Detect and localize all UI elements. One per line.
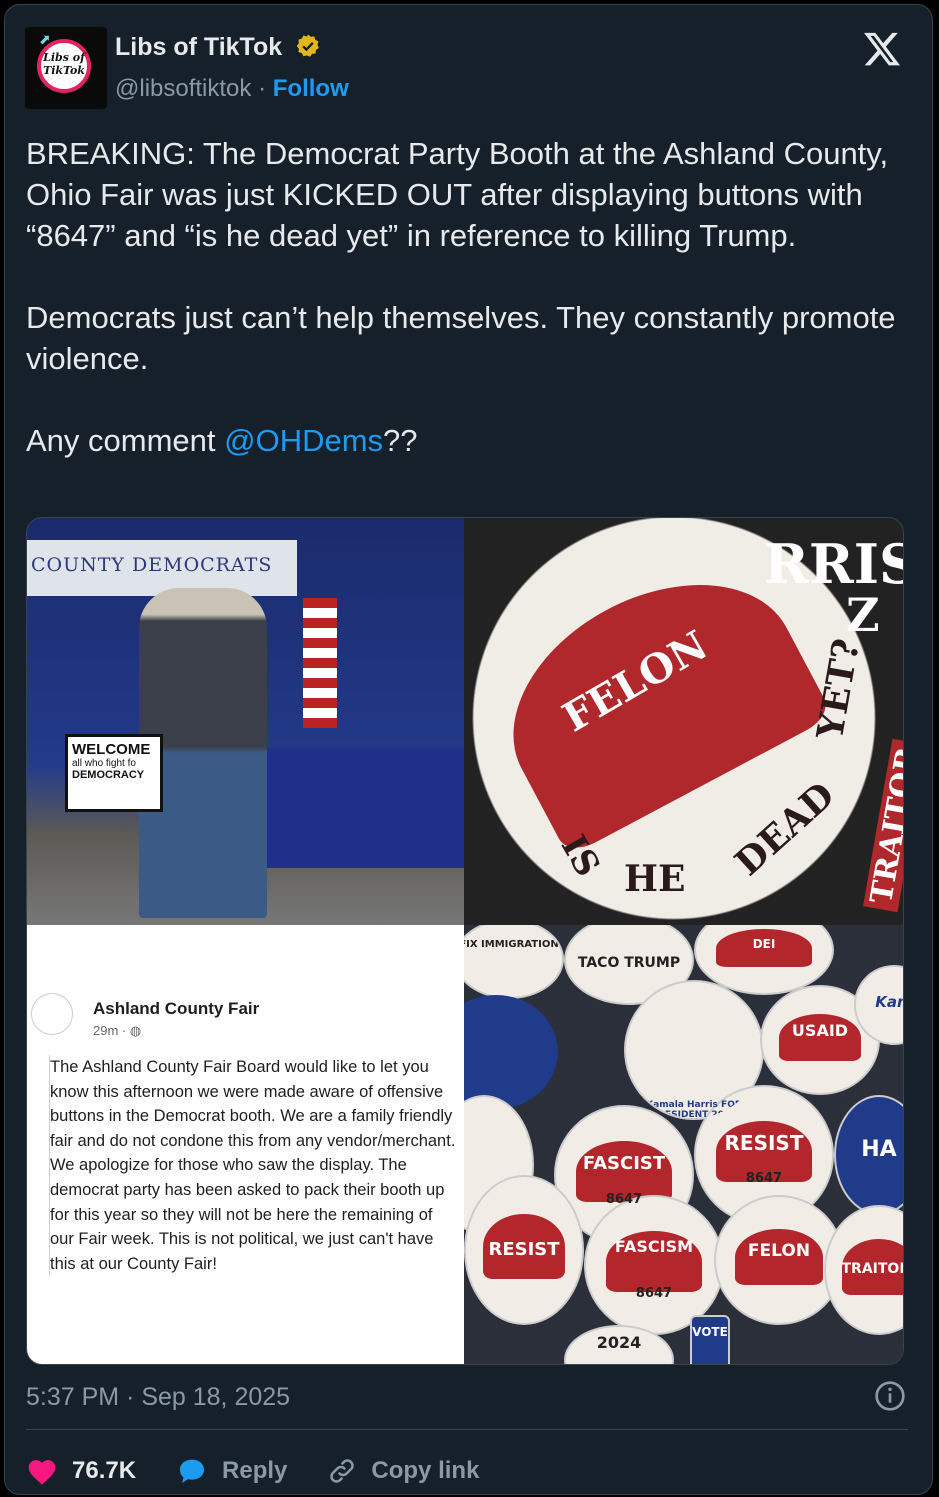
like-button[interactable]: 76.7K [26, 1456, 136, 1486]
avatar-text-1: Libs of [43, 51, 85, 64]
paragraph-3-suffix: ?? [383, 423, 418, 458]
fair-logo [31, 993, 73, 1035]
tweet-media[interactable]: COUNTY DEMOCRATS WELCOME all who fight f… [26, 517, 904, 1365]
kamala-text: Kamala Harris FOR PRESIDENT 2024 [646, 1100, 742, 1120]
buttons-photo[interactable]: FIX IMMIGRATION TACO TRUMP DEI Kamala Ha… [464, 925, 903, 1364]
vote-button: VOTE [690, 1315, 730, 1364]
ha-text: HA [861, 1137, 897, 1162]
fix-text: FIX IMMIGRATION [464, 939, 559, 950]
traitor-text: TRAITOR [862, 738, 903, 913]
tweet-paragraph-2: Democrats just can’t help themselves. Th… [26, 300, 896, 376]
reply-label: Reply [222, 1457, 288, 1484]
resist-text-1: RESIST [724, 1131, 804, 1155]
fix-immigration-button: FIX IMMIGRATION [464, 925, 564, 999]
us-flag [303, 598, 337, 728]
taco-text: TACO TRUMP [577, 955, 681, 971]
felon-small-button: FELON [714, 1195, 844, 1325]
author-name[interactable]: Libs of TikTok [115, 33, 321, 62]
verified-badge-icon [296, 34, 319, 57]
author-handle[interactable]: @libsoftiktok [115, 75, 251, 102]
traitor-button: TRAITOR! [824, 1205, 903, 1335]
separator-dot: · [258, 75, 267, 102]
corner-text: RRIS [764, 532, 903, 596]
corner-text-2: Z [846, 588, 880, 642]
booth-photo[interactable]: COUNTY DEMOCRATS WELCOME all who fight f… [27, 518, 464, 925]
resist-text-2: RESIST [488, 1239, 560, 1260]
8647-text-a: 8647 [605, 1192, 643, 1207]
he-word: HE [624, 858, 686, 900]
booth-table [237, 748, 464, 868]
tweet-actions: 76.7K Reply Copy link [26, 1451, 519, 1491]
dei-text: DEI [752, 937, 776, 951]
fb-time-text: 29m · [93, 1023, 127, 1038]
fb-post-time: 29m · ◍ [93, 1023, 141, 1039]
fb-page-name: Ashland County Fair [93, 999, 260, 1018]
tweet-paragraph-1: BREAKING: The Democrat Party Booth at th… [26, 136, 889, 253]
fascism-text: FASCISM [614, 1237, 694, 1256]
avatar-logo: Libs of TikTok [37, 39, 91, 93]
copy-link-button[interactable]: Copy link [327, 1456, 479, 1486]
ha-button: HA [834, 1095, 903, 1215]
fascism-button: FASCISM 8647 [584, 1195, 724, 1335]
mention-link[interactable]: @OHDems [224, 423, 383, 458]
dead-word: DEAD [727, 773, 843, 885]
welcome-line-2: all who fight fo [72, 758, 136, 769]
tweet-text: BREAKING: The Democrat Party Booth at th… [26, 133, 906, 502]
link-icon [330, 1459, 355, 1483]
traitor-small-text: TRAITOR! [841, 1261, 904, 1277]
welcome-sign: WELCOME all who fight fo DEMOCRACY [65, 734, 163, 812]
like-count: 76.7K [72, 1457, 137, 1484]
follow-button[interactable]: Follow [273, 75, 349, 102]
author-handle-row: @libsoftiktok · Follow [115, 75, 349, 103]
tweet-timestamp[interactable]: 5:37 PM · Sep 18, 2025 [26, 1383, 290, 1412]
usaid-text: USAID [791, 1021, 849, 1040]
avatar-text-2: TikTok [43, 64, 85, 77]
footer-divider [26, 1429, 908, 1430]
tweet-card: ⬈ Libs of TikTok Libs of TikTok @libsoft… [4, 4, 933, 1495]
fb-post-body: The Ashland County Fair Board would like… [49, 1055, 458, 1277]
globe-icon: ◍ [129, 1023, 142, 1038]
info-icon[interactable] [874, 1380, 906, 1412]
2024-text: 2024 [596, 1333, 642, 1352]
8647-text-b: 8647 [745, 1171, 783, 1186]
author-avatar[interactable]: ⬈ Libs of TikTok [25, 27, 107, 109]
reply-button[interactable]: Reply [176, 1456, 287, 1486]
kam-text: Kam [875, 993, 903, 1011]
booth-banner: COUNTY DEMOCRATS [27, 540, 297, 596]
felon-small-text: FELON [747, 1241, 811, 1261]
copy-link-label: Copy link [371, 1457, 480, 1484]
paragraph-3-prefix: Any comment [26, 423, 225, 458]
fascist-text: FASCIST [582, 1153, 666, 1174]
author-name-text[interactable]: Libs of TikTok [115, 33, 282, 61]
reply-bubble-icon [180, 1459, 205, 1483]
felon-button-photo[interactable]: FELON IS HE DEAD YET? RRIS Z TRAITOR [464, 518, 903, 925]
x-logo-icon[interactable] [862, 29, 902, 69]
fair-facebook-post[interactable]: Ashland County Fair 29m · ◍ The Ashland … [27, 925, 464, 1364]
yet-word: YET? [809, 635, 868, 743]
tweet-paragraph-3: Any comment @OHDems?? [26, 420, 906, 461]
blue-button [464, 995, 558, 1109]
heart-icon [28, 1460, 56, 1485]
welcome-title: WELCOME [72, 741, 151, 758]
8647-text-c: 8647 [635, 1286, 673, 1301]
welcome-line-3: DEMOCRACY [72, 769, 145, 781]
vote-text: VOTE [692, 1325, 728, 1339]
